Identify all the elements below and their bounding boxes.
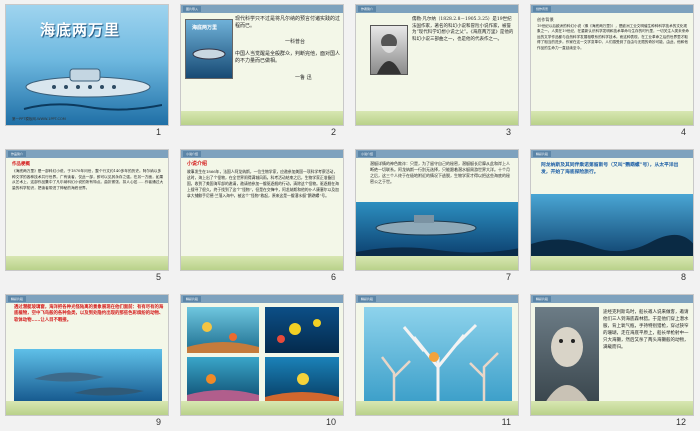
- underwater-submarine-image: [356, 202, 518, 260]
- quote-text-1: 现代科学只不过是将凡尔纳的预言付诸实践的过程而已。: [235, 16, 341, 29]
- slide-header-bar: 图片导入: [181, 5, 343, 13]
- slide-tag: 小说介绍: [358, 151, 376, 157]
- section-heading: 作品梗概: [12, 162, 30, 167]
- slide-footer-band: [181, 111, 343, 125]
- slide-tag: 精彩片段: [358, 296, 376, 302]
- slide-number: 4: [680, 127, 686, 137]
- slide-thumbnail-10[interactable]: 精彩片段 10: [180, 294, 344, 427]
- ocean-image: [531, 194, 693, 260]
- slide-tag: 作者简介: [358, 6, 376, 12]
- story-text: 途经克利斯岛时，船长邀人说来做客，邀请他们三人到海底森林猎。于是他们穿上潜水服，…: [603, 310, 689, 350]
- slide-header-bar: 小说介绍: [181, 150, 343, 158]
- slide-thumbnail-4[interactable]: 创作背景 创作背景 19世纪以后欧洲的科幻小说（像《海底两万里》），是欧洲工业文…: [530, 4, 694, 137]
- slide-number: 6: [330, 272, 336, 282]
- slide-9-canvas: 精彩片段 透过潜艇玻璃窗，海洋把各种光怪陆离的景象展现在他们面前：有有尽有的海底…: [5, 294, 169, 416]
- story-text: 阿龙纳斯及其同伴乘诺第留斯号（又叫“鹦鹉螺”号），从太平洋出发，开始了海底探险旅…: [541, 162, 679, 175]
- slide-header-bar: 精彩片段: [356, 295, 518, 303]
- slide-number: 11: [501, 417, 511, 427]
- slide-thumbnail-5[interactable]: 作品简介 作品梗概 《海底两万里》是一部科幻小说，于1870年问世，整个行文约1…: [5, 149, 169, 282]
- slide-footer-band: [531, 401, 693, 415]
- coral-image: [364, 307, 512, 403]
- slide-header-bar: 创作背景: [531, 5, 693, 13]
- slide-1-title: 海底两万里: [40, 21, 121, 39]
- slide-number: 2: [330, 127, 336, 137]
- slide-number: 8: [680, 272, 686, 282]
- quote-text-2: 中国人当觉醒是全般群众，判断完他，面对国人的不力量而已做相。: [235, 51, 341, 64]
- slide-header-bar: 精彩片段: [531, 295, 693, 303]
- slide-number: 5: [155, 272, 161, 282]
- slide-7-canvas: 小说介绍 潜艇详情的神色欺诈：只是，为了留守自己的秘密，潜艇艇长尼摩从此和岸上人…: [355, 149, 519, 271]
- slide-number: 12: [675, 417, 686, 427]
- slide-footer-band: [356, 111, 518, 125]
- story-text: 故事发生在1866年，法国人阿龙纳斯，一位生物学家，应邀参加美国一项科学考察活动…: [187, 169, 339, 198]
- slide-tag: 精彩片段: [533, 151, 551, 157]
- slide-1-footer: 第一PPT模板网-WWW.1PPT.COM: [12, 117, 66, 121]
- book-cover-image: 海底两万里: [185, 19, 233, 79]
- slide-tag: 作品简介: [8, 151, 26, 157]
- story-text: 透过潜艇玻璃窗，海洋把各种光怪陆离的景象展现在他们面前：有有尽有的海底植物，空中…: [14, 305, 164, 323]
- slide-thumbnail-11[interactable]: 精彩片段 11: [355, 294, 519, 427]
- slide-footer-band: [356, 401, 518, 415]
- slide-header-bar: 作者简介: [356, 5, 518, 13]
- reef-fish-image-2: [265, 307, 339, 353]
- slide-tag: 精彩片段: [183, 296, 201, 302]
- sea-otter-image: [535, 307, 599, 403]
- slide-6-canvas: 小说介绍 小说介绍 故事发生在1866年，法国人阿龙纳斯，一位生物学家，应邀参加…: [180, 149, 344, 271]
- background-text: 19世纪以后欧洲的科幻小说（像《海底两万里》），是欧洲工业文明催生种种科学技术的…: [537, 24, 689, 50]
- slide-tag: 小说介绍: [183, 151, 201, 157]
- slide-header-bar: 精彩片段: [181, 295, 343, 303]
- slide-12-canvas: 精彩片段 途经克利斯岛时，船长邀人说来做客，邀请他们三人到海底森林猎。于是他们穿…: [530, 294, 694, 416]
- slide-thumbnail-12[interactable]: 精彩片段 途经克利斯岛时，船长邀人说来做客，邀请他们三人到海底森林猎。于是他们穿…: [530, 294, 694, 427]
- slide-footer-band: [356, 256, 518, 270]
- slide-5-canvas: 作品简介 作品梗概 《海底两万里》是一部科幻小说，于1870年问世，整个行文约1…: [5, 149, 169, 271]
- slide-thumbnail-9[interactable]: 精彩片段 透过潜艇玻璃窗，海洋把各种光怪陆离的景象展现在他们面前：有有尽有的海底…: [5, 294, 169, 427]
- slide-header-bar: 作品简介: [6, 150, 168, 158]
- dolphins-image: [14, 349, 162, 407]
- slide-8-canvas: 精彩片段 阿龙纳斯及其同伴乘诺第留斯号（又叫“鹦鹉螺”号），从太平洋出发，开始了…: [530, 149, 694, 271]
- slide-number: 7: [505, 272, 511, 282]
- slide-tag: 精彩片段: [533, 296, 551, 302]
- section-heading: 小说介绍: [187, 161, 208, 167]
- slide-footer-band: [181, 256, 343, 270]
- slide-footer-band: [531, 256, 693, 270]
- quote-author-2: 一鲁 迅: [295, 75, 312, 81]
- slide-thumbnail-7[interactable]: 小说介绍 潜艇详情的神色欺诈：只是，为了留守自己的秘密，潜艇艇长尼摩从此和岸上人…: [355, 149, 519, 282]
- slide-tag: 创作背景: [533, 6, 551, 12]
- slide-footer-band: [6, 401, 168, 415]
- slide-4-canvas: 创作背景 创作背景 19世纪以后欧洲的科幻小说（像《海底两万里》），是欧洲工业文…: [530, 4, 694, 126]
- slide-thumbnail-2[interactable]: 图片导入 海底两万里 现代科学只不过是将凡尔纳的预言付诸实践的过程而已。 一科普…: [180, 4, 344, 137]
- reef-fish-image-4: [265, 357, 339, 403]
- slide-number: 9: [155, 417, 161, 427]
- quote-author-1: 一科普台: [285, 39, 306, 45]
- slide-footer-band: [181, 401, 343, 415]
- slide-number: 10: [325, 417, 336, 427]
- slide-11-canvas: 精彩片段: [355, 294, 519, 416]
- slide-tag: 精彩片段: [8, 296, 26, 302]
- slide-footer-band: [531, 111, 693, 125]
- author-bio: 儒勒·凡尔纳（1828.2.8－1905.3.25）是19世纪法国作家，著名的科…: [412, 17, 514, 42]
- slide-tag: 图片导入: [183, 6, 201, 12]
- slide-number: 3: [505, 127, 511, 137]
- author-portrait: [370, 25, 408, 75]
- summary-text: 《海底两万里》是一部科幻小说，于1870年问世，整个行文约140多年的历史。阿尔…: [12, 169, 164, 190]
- reef-fish-image-3: [187, 357, 259, 403]
- slide-grid: 海底两万里 第一PPT模板网-WWW.1PPT.COM 1 图片导入 海底两万里…: [5, 4, 695, 428]
- slide-1-canvas: 海底两万里 第一PPT模板网-WWW.1PPT.COM: [5, 4, 169, 126]
- slide-footer-band: [6, 256, 168, 270]
- submarine-illustration: [23, 68, 162, 111]
- slide-thumbnail-3[interactable]: 作者简介 儒勒·凡尔纳（1828.2.8－1905.3.25）是19世纪法国作家…: [355, 4, 519, 137]
- slide-thumbnail-8[interactable]: 精彩片段 阿龙纳斯及其同伴乘诺第留斯号（又叫“鹦鹉螺”号），从太平洋出发，开始了…: [530, 149, 694, 282]
- slide-number: 1: [155, 127, 161, 137]
- section-heading: 创作背景: [537, 17, 554, 22]
- slide-thumbnail-6[interactable]: 小说介绍 小说介绍 故事发生在1866年，法国人阿龙纳斯，一位生物学家，应邀参加…: [180, 149, 344, 282]
- slide-2-canvas: 图片导入 海底两万里 现代科学只不过是将凡尔纳的预言付诸实践的过程而已。 一科普…: [180, 4, 344, 126]
- slide-thumbnail-1[interactable]: 海底两万里 第一PPT模板网-WWW.1PPT.COM 1: [5, 4, 169, 137]
- slide-header-bar: 精彩片段: [531, 150, 693, 158]
- slide-10-canvas: 精彩片段: [180, 294, 344, 416]
- slide-3-canvas: 作者简介 儒勒·凡尔纳（1828.2.8－1905.3.25）是19世纪法国作家…: [355, 4, 519, 126]
- slide-header-bar: 精彩片段: [6, 295, 168, 303]
- slide-header-bar: 小说介绍: [356, 150, 518, 158]
- reef-fish-image-1: [187, 307, 259, 353]
- story-text: 潜艇详情的神色欺诈：只是，为了留守自己的秘密，潜艇艇长尼摩从此和岸上人断绝一切联…: [370, 161, 510, 184]
